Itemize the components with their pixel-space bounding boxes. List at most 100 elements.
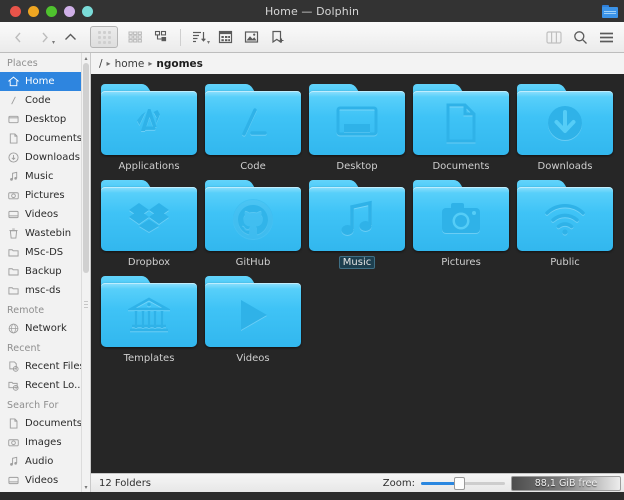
compact-view-button[interactable] <box>124 25 148 49</box>
folder-icon <box>602 4 618 18</box>
breadcrumb-root[interactable]: / <box>99 58 103 70</box>
additional-info-button[interactable] <box>213 25 237 49</box>
file-label[interactable]: Documents <box>428 160 493 173</box>
up-button[interactable] <box>58 25 82 49</box>
sidebar-item-wastebin[interactable]: Wastebin <box>0 224 90 243</box>
file-label[interactable]: Downloads <box>534 160 597 173</box>
scroll-up-button[interactable]: ▴ <box>82 53 91 63</box>
home-icon <box>8 76 19 87</box>
sidebar-item-images[interactable]: Images <box>0 433 90 452</box>
sidebar-item-music[interactable]: Music <box>0 167 90 186</box>
back-button[interactable] <box>6 25 30 49</box>
file-label[interactable]: Pictures <box>437 256 485 269</box>
sidebar-scrollbar[interactable]: ▴ ▾ <box>81 53 90 492</box>
details-view-button[interactable] <box>150 25 174 49</box>
menu-button[interactable] <box>594 25 618 49</box>
applications-icon <box>101 91 197 155</box>
scroll-grip-icon <box>83 301 88 311</box>
folder-icon[interactable] <box>101 180 197 251</box>
file-label[interactable]: Code <box>236 160 270 173</box>
file-item[interactable]: Code <box>201 84 305 173</box>
sidebar-scroll-thumb[interactable] <box>82 63 89 273</box>
sidebar-item-recent-files[interactable]: Recent Files <box>0 357 90 376</box>
folder-icon[interactable] <box>413 84 509 155</box>
titlebar-right <box>602 4 618 18</box>
file-label[interactable]: Dropbox <box>124 256 174 269</box>
preview-button[interactable] <box>239 25 263 49</box>
sidebar-item-videos[interactable]: Videos <box>0 471 90 490</box>
icons-view-button[interactable] <box>90 26 118 48</box>
sidebar-item-code[interactable]: Code <box>0 91 90 110</box>
file-label[interactable]: GitHub <box>232 256 275 269</box>
sidebar-scroll-trough[interactable] <box>82 63 91 482</box>
free-space-indicator[interactable]: 88,1 GiB free <box>511 475 621 491</box>
folder-icon[interactable] <box>205 84 301 155</box>
minimize-button[interactable] <box>28 5 39 17</box>
split-new-button[interactable] <box>265 25 289 49</box>
file-view[interactable]: Applications Code Desktop Documents Download… <box>91 74 624 473</box>
sidebar-scroll-area[interactable]: Places Home Code Desktop Documents Downloads M… <box>0 53 90 492</box>
sidebar-item-network[interactable]: Network <box>0 319 90 338</box>
sidebar-item-backup[interactable]: Backup <box>0 262 90 281</box>
folder-icon[interactable] <box>517 84 613 155</box>
file-item[interactable]: Videos <box>201 276 305 365</box>
file-row: Applications Code Desktop Documents Download… <box>91 84 624 173</box>
sidebar-item-downloads[interactable]: Downloads <box>0 148 90 167</box>
folder-icon[interactable] <box>309 180 405 251</box>
file-label[interactable]: Applications <box>114 160 183 173</box>
breadcrumb-item-current[interactable]: ngomes <box>156 58 203 70</box>
file-item[interactable]: Documents <box>409 84 513 173</box>
sidebar-item-recent-lo[interactable]: Recent Lo... <box>0 376 90 395</box>
file-item[interactable]: Dropbox <box>97 180 201 269</box>
sidebar-group-title: Places <box>7 58 38 69</box>
folder-icon[interactable] <box>309 84 405 155</box>
shade-button[interactable] <box>64 5 75 17</box>
folder-icon[interactable] <box>413 180 509 251</box>
sidebar-item-documents[interactable]: Documents <box>0 414 90 433</box>
sidebar-item-desktop[interactable]: Desktop <box>0 110 90 129</box>
breadcrumb-item-home[interactable]: home <box>115 58 145 70</box>
file-item[interactable]: Public <box>513 180 617 269</box>
maximize-button[interactable] <box>46 5 57 17</box>
zoom-slider[interactable] <box>421 476 505 490</box>
sidebar-item-videos[interactable]: Videos <box>0 205 90 224</box>
forward-button[interactable]: ▾ <box>32 25 56 49</box>
play-triangle-icon <box>205 283 301 347</box>
chevron-down-icon: ▾ <box>206 39 210 46</box>
keep-above-button[interactable] <box>82 5 93 17</box>
sidebar-item-pictures[interactable]: Pictures <box>0 186 90 205</box>
folder-icon[interactable] <box>517 180 613 251</box>
search-button[interactable] <box>568 25 592 49</box>
sort-button[interactable]: ▾ <box>187 25 211 49</box>
file-item[interactable]: GitHub <box>201 180 305 269</box>
file-label[interactable]: Public <box>546 256 584 269</box>
file-item[interactable]: Music <box>305 180 409 269</box>
file-label[interactable]: Desktop <box>332 160 381 173</box>
toolbar: ▾ ▾ <box>0 22 624 53</box>
sidebar-item-label: Pictures <box>25 190 65 201</box>
file-item[interactable]: Templates <box>97 276 201 365</box>
zoom-slider-thumb[interactable] <box>454 477 465 490</box>
file-label[interactable]: Music <box>338 256 376 269</box>
file-item[interactable]: Downloads <box>513 84 617 173</box>
folder-icon[interactable] <box>101 276 197 347</box>
file-label[interactable]: Videos <box>232 352 273 365</box>
sidebar-item-label: Home <box>25 76 55 87</box>
file-item[interactable]: Pictures <box>409 180 513 269</box>
sidebar-item-msc-ds[interactable]: MSc-DS <box>0 243 90 262</box>
split-view-button[interactable] <box>542 25 566 49</box>
file-item[interactable]: Applications <box>97 84 201 173</box>
sidebar-item-home[interactable]: Home <box>0 72 90 91</box>
sidebar-item-audio[interactable]: Audio <box>0 452 90 471</box>
sidebar-item-msc-ds[interactable]: msc-ds <box>0 281 90 300</box>
sidebar-item-label: Downloads <box>25 152 80 163</box>
breadcrumb[interactable]: / ▸ home ▸ ngomes <box>91 53 624 74</box>
close-button[interactable] <box>10 5 21 17</box>
file-item[interactable]: Desktop <box>305 84 409 173</box>
folder-icon[interactable] <box>205 180 301 251</box>
folder-icon[interactable] <box>205 276 301 347</box>
sidebar-item-documents[interactable]: Documents <box>0 129 90 148</box>
folder-icon[interactable] <box>101 84 197 155</box>
scroll-down-button[interactable]: ▾ <box>82 482 91 492</box>
file-label[interactable]: Templates <box>120 352 179 365</box>
